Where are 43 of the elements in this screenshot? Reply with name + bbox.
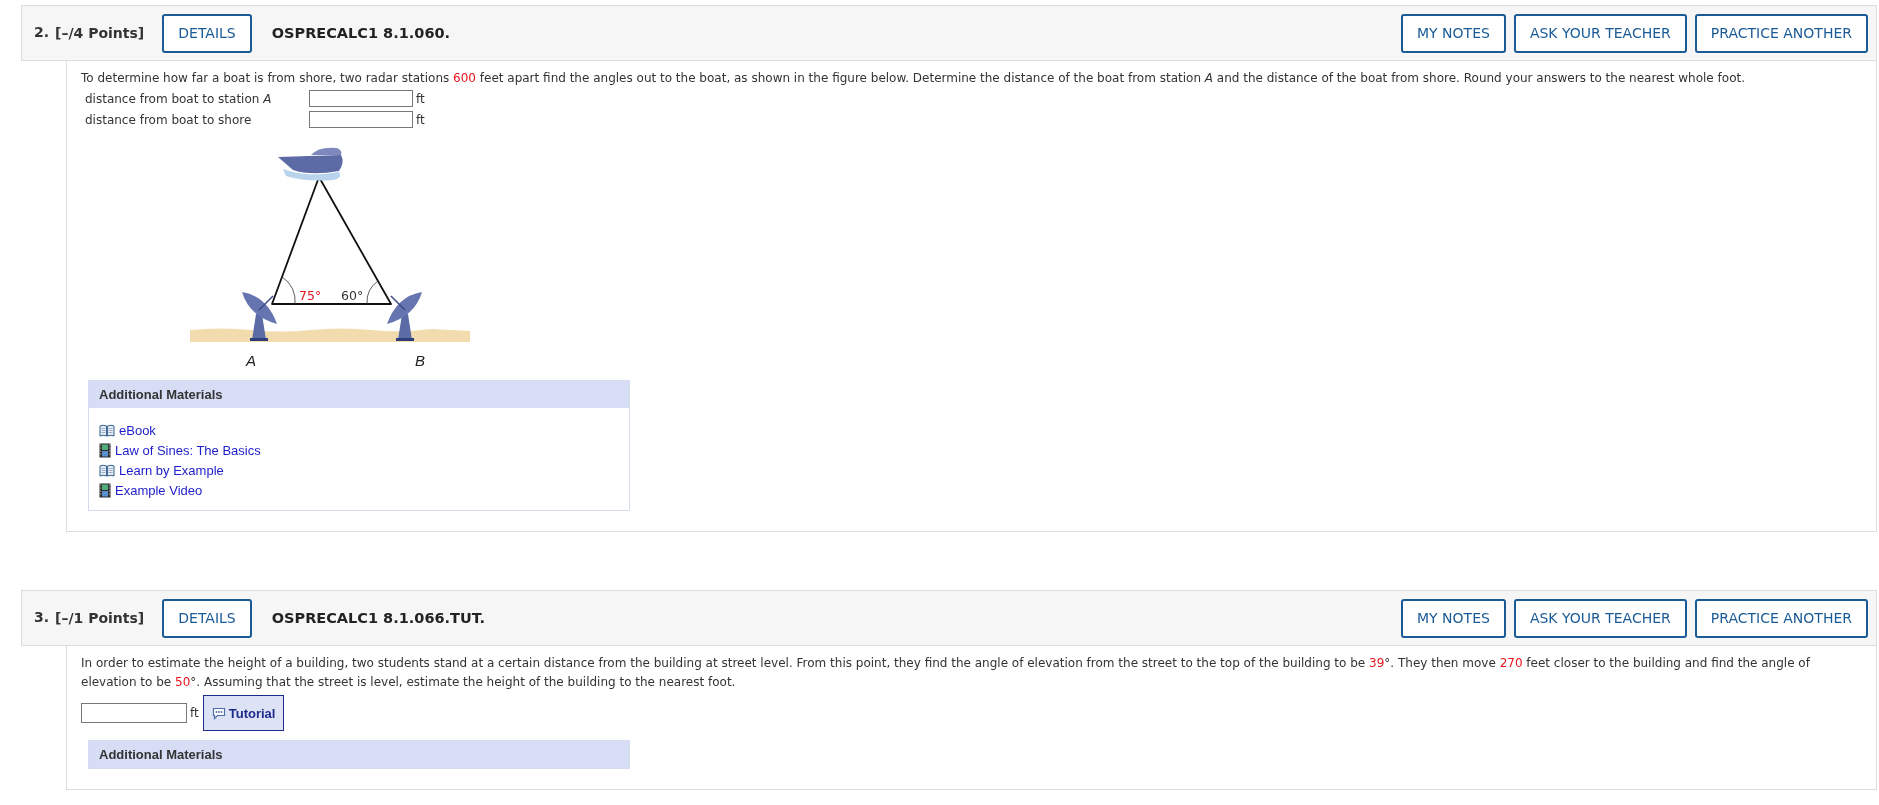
header-button[interactable]: MY NOTES xyxy=(1401,598,1506,638)
question-points: [–/4 Points] xyxy=(55,25,145,41)
details-button[interactable]: DETAILS xyxy=(162,598,252,638)
unit-label: ft xyxy=(416,91,425,106)
radar-dish-icon xyxy=(242,292,277,341)
materials-header: Additional Materials xyxy=(89,381,629,408)
details-button[interactable]: DETAILS xyxy=(162,13,252,53)
question-points: [–/1 Points] xyxy=(55,610,145,626)
book-icon xyxy=(99,423,115,437)
question-text: To determine how far a boat is from shore, two radar stations 600 feet apart find the angles out to the boat, as shown in the figure below. Determine the distance of the boat from station A and the distance of the boat from shore. Round your answers to the nearest whole foot. xyxy=(81,70,1746,87)
answer-field[interactable] xyxy=(81,703,187,723)
film-strip-icon xyxy=(99,442,111,458)
question-code: OSPRECALC1 8.1.066.TUT. xyxy=(271,610,485,626)
answer-label: distance from boat to station A xyxy=(85,91,273,106)
film-strip-icon xyxy=(99,482,111,498)
answer-field[interactable] xyxy=(309,111,413,128)
header-button[interactable]: PRACTICE ANOTHER xyxy=(1694,598,1868,638)
header-button[interactable]: MY NOTES xyxy=(1401,13,1506,53)
angle-label: 60° xyxy=(341,288,364,303)
material-link[interactable]: Learn by Example xyxy=(119,462,224,478)
radar-dish-icon xyxy=(387,292,422,341)
question-number: 2. xyxy=(34,24,50,40)
header-button[interactable]: PRACTICE ANOTHER xyxy=(1694,13,1868,53)
question-text: In order to estimate the height of a building, two students stand at a certain distance from the building at street level. From this point, they find the angle of elevation from the street to the top of the building to be 39°. They then move 270 feet closer to the building and find the angle of elevation to be 50°. Assuming that the street is level, estimate the height of the building to the nearest foot. xyxy=(81,655,1812,691)
materials-header: Additional Materials xyxy=(89,741,629,768)
station-label: A xyxy=(246,352,256,369)
unit-label: ft xyxy=(190,706,199,720)
answer-field[interactable] xyxy=(309,90,413,107)
header-button[interactable]: ASK YOUR TEACHER xyxy=(1513,598,1687,638)
material-link[interactable]: Example Video xyxy=(115,482,203,498)
question-code: OSPRECALC1 8.1.060. xyxy=(271,25,451,41)
boat-icon xyxy=(278,147,343,181)
station-label: B xyxy=(415,352,425,369)
tutorial-button[interactable]: Tutorial xyxy=(202,695,285,731)
material-link[interactable]: Law of Sines: The Basics xyxy=(115,442,261,458)
material-link[interactable]: eBook xyxy=(119,422,156,438)
speech-bubble-icon xyxy=(211,706,226,720)
question-number: 3. xyxy=(34,609,50,625)
book-icon xyxy=(99,463,115,477)
angle-label: 75° xyxy=(299,288,322,303)
unit-label: ft xyxy=(416,112,425,127)
answer-label: distance from boat to shore xyxy=(85,112,253,127)
header-button[interactable]: ASK YOUR TEACHER xyxy=(1513,13,1687,53)
